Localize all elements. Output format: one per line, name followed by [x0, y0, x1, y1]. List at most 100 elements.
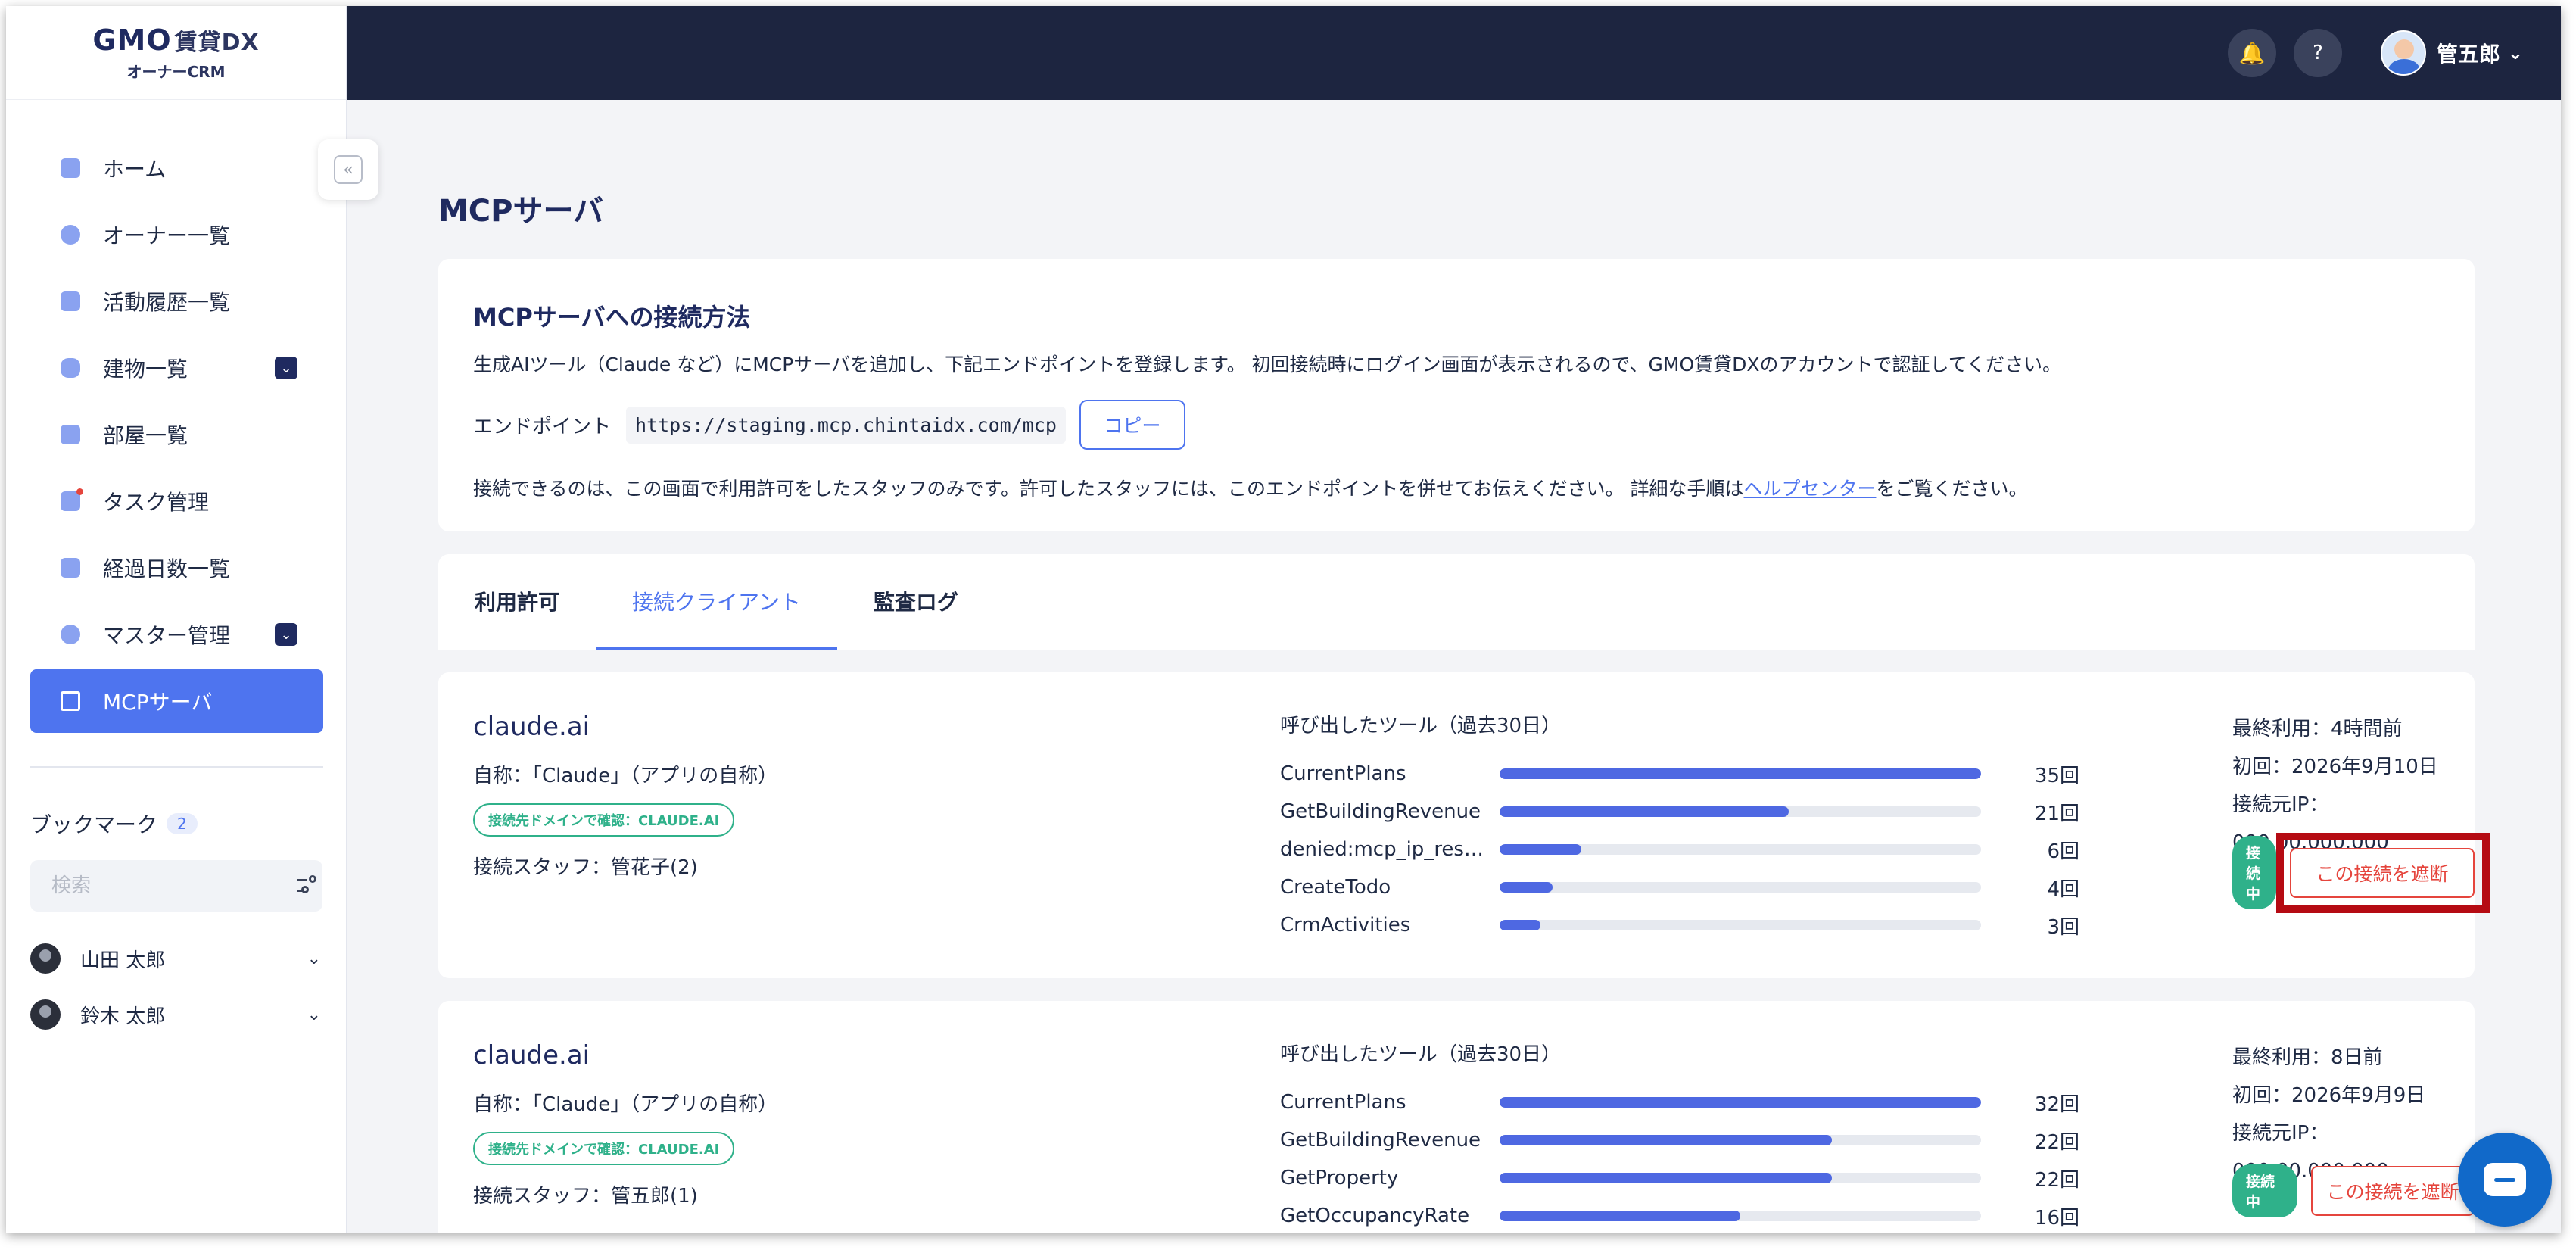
client-staff: 接続スタッフ：管五郎(1) — [473, 1185, 698, 1208]
logo[interactable]: GMO 賃貸DX オーナーCRM — [6, 6, 346, 100]
tab-audit-log[interactable]: 監査ログ — [837, 554, 995, 650]
tool-count: 3回 — [2047, 915, 2079, 939]
user-menu[interactable]: 管五郎 ⌄ — [2380, 27, 2523, 79]
bookmark-user[interactable]: 山田 太郎 ⌄ — [30, 934, 326, 983]
tool-usage-bar — [1500, 1097, 1981, 1108]
avatar — [30, 999, 61, 1030]
sidebar-item-buildings[interactable]: 建物一覧 ⌄ — [30, 336, 323, 400]
sidebar-item-home[interactable]: ホーム — [30, 136, 323, 200]
top-header: 🔔 ? 管五郎 ⌄ — [347, 6, 2561, 100]
tabs: 利用許可 接続クライアント 監査ログ — [438, 554, 2475, 650]
copy-button[interactable]: コピー — [1079, 400, 1185, 450]
sidebar-item-label: 経過日数一覧 — [103, 556, 231, 581]
tool-count: 21回 — [2034, 802, 2079, 825]
tool-usage-fill — [1500, 1173, 1832, 1183]
chevron-down-icon: ⌄ — [2507, 42, 2523, 64]
tool-row: GetBuildingRevenue 21回 — [1280, 793, 2082, 831]
tool-row: GetProperty 22回 — [1280, 1159, 2082, 1197]
filter-icon[interactable] — [297, 875, 316, 896]
first-used: 初回：2026年9月9日 — [2232, 1084, 2426, 1107]
divider — [30, 766, 323, 768]
note-text: をご覧ください。 — [1876, 478, 2028, 500]
sidebar: GMO 賃貸DX オーナーCRM ホーム オーナー一覧 活動履歴一覧 建物一覧 ⌄ … — [6, 6, 347, 1233]
last-used: 最終利用：4時間前 — [2232, 718, 2403, 740]
collapse-sidebar-button[interactable]: « — [318, 139, 378, 200]
client-card: claude.ai 自称：「Claude」（アプリの自称） 接続先ドメインで確認… — [438, 1001, 2475, 1233]
tool-name: denied:mcp_ip_res… — [1280, 838, 1484, 861]
bell-icon[interactable]: 🔔 — [2228, 29, 2276, 77]
bookmark-search-input[interactable] — [51, 874, 297, 897]
domain-verified-badge: 接続先ドメインで確認：CLAUDE.AI — [473, 803, 735, 837]
endpoint-value: https://staging.mcp.chintaidx.com/mcp — [626, 406, 1066, 444]
tool-row: CurrentPlans 35回 — [1280, 755, 2082, 793]
tool-row: CreateTodo 4回 — [1280, 868, 2082, 906]
tool-name: GetBuildingRevenue — [1280, 1129, 1481, 1152]
bookmark-title: ブックマーク — [30, 812, 158, 837]
connection-guide-description: 生成AIツール（Claude など）にMCPサーバを追加し、下記エンドポイントを… — [473, 354, 2062, 376]
avatar — [2380, 30, 2426, 76]
tool-name: CreateTodo — [1280, 876, 1391, 899]
client-info: claude.ai 自称：「Claude」（アプリの自称） 接続先ドメインで確認… — [473, 712, 777, 880]
tool-usage-fill — [1500, 844, 1582, 855]
client-name: claude.ai — [473, 1040, 590, 1071]
home-icon — [61, 158, 80, 178]
tool-usage-fill — [1500, 882, 1553, 893]
chat-support-button[interactable] — [2458, 1133, 2552, 1227]
tool-count: 22回 — [2034, 1168, 2079, 1192]
sidebar-item-owners[interactable]: オーナー一覧 — [30, 203, 323, 266]
bookmark-user[interactable]: 鈴木 太郎 ⌄ — [30, 990, 326, 1039]
sidebar-item-label: ホーム — [103, 157, 167, 182]
chevron-down-icon[interactable]: ⌄ — [307, 949, 321, 968]
tool-usage-fill — [1500, 1211, 1740, 1221]
chat-icon — [2484, 1163, 2526, 1196]
status-badge: 接続中 — [2232, 836, 2276, 909]
block-connection-button[interactable]: この接続を遮断 — [2290, 847, 2475, 898]
app-window: GMO 賃貸DX オーナーCRM ホーム オーナー一覧 活動履歴一覧 建物一覧 ⌄ … — [6, 6, 2561, 1233]
tool-usage-bar — [1500, 768, 1981, 779]
sidebar-item-label: マスター管理 — [103, 623, 231, 648]
tool-usage-fill — [1500, 1135, 1832, 1145]
sidebar-item-elapsed-days[interactable]: 経過日数一覧 — [30, 536, 323, 600]
chevron-down-icon[interactable]: ⌄ — [275, 357, 297, 379]
sidebar-item-label: 部屋一覧 — [103, 423, 188, 448]
page-title: MCPサーバ — [438, 194, 604, 229]
sidebar-item-rooms[interactable]: 部屋一覧 — [30, 403, 323, 466]
tool-name: CrmActivities — [1280, 914, 1411, 937]
sidebar-item-label: MCPサーバ — [103, 690, 213, 715]
bookmark-count-badge: 2 — [167, 813, 198, 834]
sidebar-nav: ホーム オーナー一覧 活動履歴一覧 建物一覧 ⌄ 部屋一覧 タスク管理 経過日数一… — [30, 136, 323, 736]
tool-name: CurrentPlans — [1280, 762, 1406, 785]
client-actions: 接続中 この接続を遮断 — [2232, 1164, 2475, 1217]
tool-usage-bar — [1500, 806, 1981, 817]
collapse-icon: « — [334, 155, 363, 184]
tool-name: GetOccupancyRate — [1280, 1205, 1470, 1227]
sidebar-item-master[interactable]: マスター管理 ⌄ — [30, 603, 323, 666]
tool-name: CurrentPlans — [1280, 1091, 1406, 1114]
server-icon — [61, 691, 80, 711]
tool-usage-title: 呼び出したツール（過去30日） — [1280, 715, 1562, 737]
tab-connected-clients[interactable]: 接続クライアント — [596, 554, 837, 650]
tool-usage-title: 呼び出したツール（過去30日） — [1280, 1043, 1562, 1066]
chevron-down-icon[interactable]: ⌄ — [275, 623, 297, 646]
block-connection-button[interactable]: この接続を遮断 — [2311, 1166, 2475, 1216]
room-icon — [61, 425, 80, 444]
tool-usage-fill — [1500, 768, 1981, 779]
help-center-link[interactable]: ヘルプセンター — [1743, 478, 1876, 500]
block-button-wrapper: この接続を遮断 — [2276, 832, 2490, 913]
help-icon[interactable]: ? — [2294, 29, 2342, 77]
task-icon — [61, 488, 83, 511]
main-content: MCPサーバ MCPサーバへの接続方法 生成AIツール（Claude など）にM… — [347, 100, 2561, 1233]
sidebar-item-label: オーナー一覧 — [103, 223, 231, 248]
check-badge-icon — [61, 558, 80, 578]
sidebar-item-mcp-server[interactable]: MCPサーバ — [30, 669, 323, 733]
endpoint-row: エンドポイント https://staging.mcp.chintaidx.co… — [473, 400, 2440, 450]
connection-guide-note: 接続できるのは、この画面で利用許可をしたスタッフのみです。許可したスタッフには、… — [473, 474, 2440, 501]
tool-count: 6回 — [2047, 840, 2079, 863]
sidebar-item-label: 建物一覧 — [103, 357, 188, 382]
tool-row: CrmActivities 3回 — [1280, 906, 2082, 944]
tab-permissions[interactable]: 利用許可 — [438, 554, 596, 650]
sidebar-item-activities[interactable]: 活動履歴一覧 — [30, 270, 323, 333]
tool-name: GetBuildingRevenue — [1280, 800, 1481, 823]
chevron-down-icon[interactable]: ⌄ — [307, 1005, 321, 1024]
sidebar-item-tasks[interactable]: タスク管理 — [30, 469, 323, 533]
